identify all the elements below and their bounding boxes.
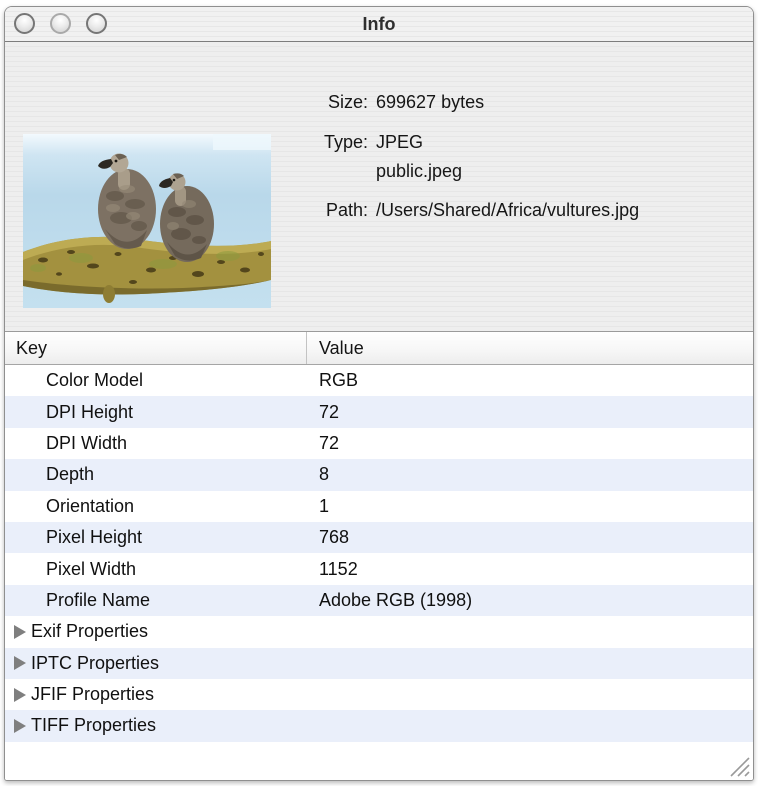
title-bar[interactable]: Info bbox=[5, 7, 753, 42]
value-cell: 1 bbox=[319, 495, 330, 516]
key-cell: Color Model bbox=[46, 370, 144, 391]
path-value: /Users/Shared/Africa/vultures.jpg bbox=[376, 200, 640, 220]
table-header: Key Value bbox=[5, 332, 753, 365]
value-cell: 8 bbox=[319, 464, 330, 485]
group-label: Exif Properties bbox=[31, 621, 149, 642]
type-value: JPEG bbox=[376, 132, 424, 152]
type-uti-value: public.jpeg bbox=[376, 161, 463, 181]
key-cell: Pixel Height bbox=[46, 527, 143, 548]
table-row-pixel-width[interactable]: Pixel Width 1152 bbox=[5, 553, 753, 585]
type-label: Type: bbox=[323, 132, 368, 152]
group-label: JFIF Properties bbox=[31, 684, 155, 705]
value-cell: 1152 bbox=[319, 558, 358, 579]
table-row-orientation[interactable]: Orientation 1 bbox=[5, 490, 753, 522]
key-cell: Profile Name bbox=[46, 589, 151, 610]
value-cell: 72 bbox=[319, 432, 340, 453]
value-cell: Adobe RGB (1998) bbox=[319, 589, 473, 610]
key-cell: Depth bbox=[46, 464, 95, 485]
table-row-depth[interactable]: Depth 8 bbox=[5, 459, 753, 491]
table-row-jfif-properties[interactable]: JFIF Properties bbox=[5, 678, 753, 711]
group-label: TIFF Properties bbox=[31, 715, 157, 736]
table-row-iptc-properties[interactable]: IPTC Properties bbox=[5, 647, 753, 679]
disclosure-triangle-icon[interactable] bbox=[14, 718, 26, 733]
column-header-value[interactable]: Value bbox=[307, 332, 753, 364]
info-window: Info Size: 699627 bytes Type: JPEG publi… bbox=[4, 6, 754, 781]
disclosure-triangle-icon[interactable] bbox=[14, 687, 26, 702]
properties-table: Color Model RGB DPI Height 72 DPI Width … bbox=[5, 365, 753, 742]
group-label: IPTC Properties bbox=[31, 652, 160, 673]
path-label: Path: bbox=[325, 200, 368, 220]
key-cell: DPI Width bbox=[46, 432, 128, 453]
table-row-dpi-height[interactable]: DPI Height 72 bbox=[5, 396, 753, 428]
value-cell: RGB bbox=[319, 370, 359, 391]
vultures-thumbnail-image bbox=[23, 134, 271, 308]
table-row-tiff-properties[interactable]: TIFF Properties bbox=[5, 710, 753, 742]
disclosure-triangle-icon[interactable] bbox=[14, 656, 26, 671]
key-cell: Pixel Width bbox=[46, 558, 137, 579]
table-row-color-model[interactable]: Color Model RGB bbox=[5, 365, 753, 397]
value-cell: 768 bbox=[319, 527, 350, 548]
key-cell: Orientation bbox=[46, 495, 135, 516]
resize-grip-icon[interactable] bbox=[728, 755, 750, 777]
column-header-key[interactable]: Key bbox=[5, 332, 307, 364]
value-cell: 72 bbox=[319, 401, 340, 422]
table-row-exif-properties[interactable]: Exif Properties bbox=[5, 616, 753, 648]
summary-pane: Size: 699627 bytes Type: JPEG public.jpe… bbox=[5, 42, 753, 332]
table-empty-area bbox=[5, 741, 753, 780]
window-title: Info bbox=[362, 14, 396, 34]
table-row-pixel-height[interactable]: Pixel Height 768 bbox=[5, 521, 753, 554]
size-label: Size: bbox=[327, 92, 368, 112]
key-cell: DPI Height bbox=[46, 401, 134, 422]
size-value: 699627 bytes bbox=[376, 92, 485, 112]
table-row-dpi-width[interactable]: DPI Width 72 bbox=[5, 427, 753, 460]
table-row-profile-name[interactable]: Profile Name Adobe RGB (1998) bbox=[5, 584, 753, 617]
disclosure-triangle-icon[interactable] bbox=[14, 624, 26, 639]
